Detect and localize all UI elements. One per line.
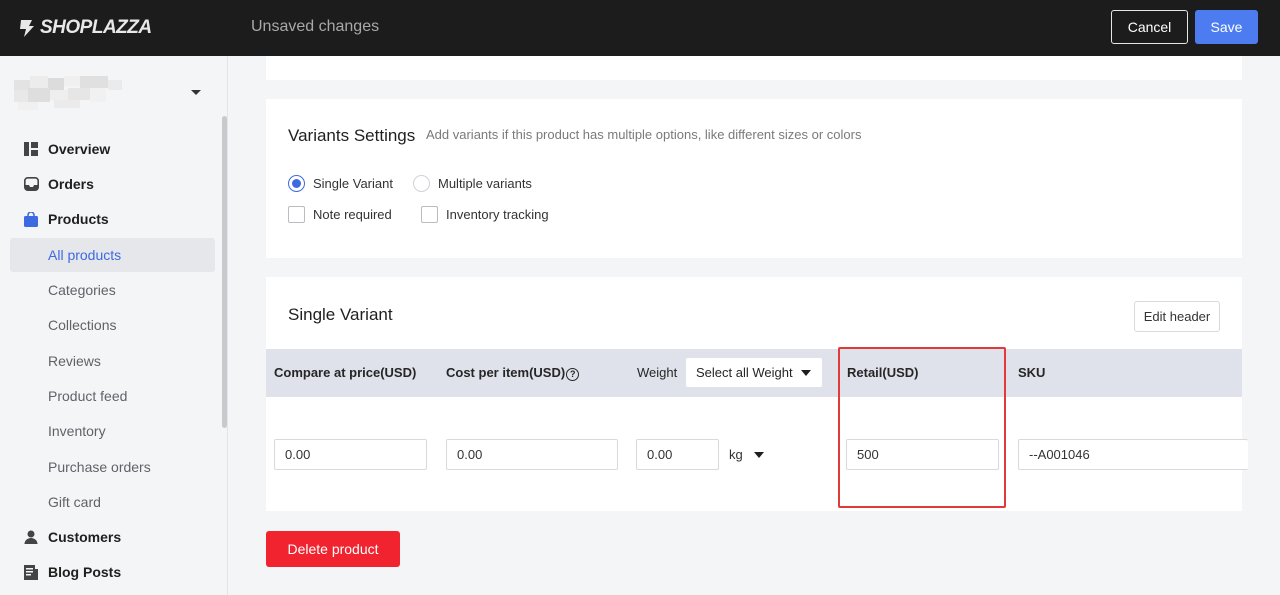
shopping-bag-icon (23, 211, 39, 227)
save-button[interactable]: Save (1195, 10, 1258, 44)
inbox-icon (23, 176, 39, 192)
column-cost-per-item-label: Cost per item(USD) (446, 365, 566, 380)
edit-header-button[interactable]: Edit header (1134, 301, 1220, 332)
sidebar-item-label: Reviews (48, 353, 101, 369)
previous-section-card (266, 56, 1242, 80)
sidebar-item-inventory[interactable]: Inventory (10, 414, 215, 448)
sidebar-item-label: Customers (48, 529, 122, 545)
brand-name: SHOPLAZZA (40, 17, 152, 38)
store-dropdown-caret-icon[interactable] (191, 90, 201, 95)
sku-input[interactable] (1018, 439, 1248, 470)
column-compare-at-price: Compare at price(USD) (274, 365, 417, 380)
person-icon (23, 529, 39, 545)
sidebar-item-label: Products (48, 211, 109, 227)
multiple-variants-label: Multiple variants (438, 176, 532, 191)
single-variant-title: Single Variant (288, 305, 393, 324)
single-variant-card: Single Variant Edit header Compare at pr… (266, 277, 1248, 511)
sidebar-item-customers[interactable]: Customers (10, 520, 215, 554)
single-variant-label: Single Variant (313, 176, 393, 191)
radio-selected[interactable] (288, 175, 305, 192)
sidebar-item-label: Orders (48, 176, 94, 192)
sidebar-item-label: Product feed (48, 388, 128, 404)
select-all-weight-dropdown[interactable]: Select all Weight (686, 358, 822, 387)
sidebar-item-label: All products (48, 247, 122, 263)
inventory-tracking-label: Inventory tracking (446, 207, 549, 222)
cost-per-item-input[interactable] (446, 439, 618, 470)
sidebar-item-label: Purchase orders (48, 459, 151, 475)
column-cost-per-item: Cost per item(USD)? (446, 365, 580, 381)
weight-unit-caret-icon[interactable] (754, 452, 764, 458)
weight-input[interactable] (636, 439, 719, 470)
sidebar-item-overview[interactable]: Overview (10, 132, 215, 166)
sidebar-item-label: Collections (48, 317, 117, 333)
variants-settings-description: Add variants if this product has multipl… (426, 127, 862, 142)
checkbox-box[interactable] (421, 206, 438, 223)
retail-column-highlight (838, 347, 1006, 508)
sidebar-item-reviews[interactable]: Reviews (10, 344, 215, 378)
select-all-weight-label: Select all Weight (696, 365, 793, 380)
sidebar: Overview Orders Products All products Ca… (0, 56, 228, 595)
sidebar-item-label: Inventory (48, 423, 106, 439)
blog-icon (23, 564, 39, 580)
multiple-variants-radio[interactable]: Multiple variants (413, 175, 532, 192)
sidebar-item-label: Categories (48, 282, 116, 298)
note-required-checkbox[interactable]: Note required (288, 206, 392, 223)
cancel-button[interactable]: Cancel (1111, 10, 1188, 44)
sidebar-item-products[interactable]: Products (10, 202, 215, 236)
top-bar: SHOPLAZZA Unsaved changes Cancel Save (0, 0, 1280, 56)
checkbox-box[interactable] (288, 206, 305, 223)
overview-icon (23, 141, 39, 157)
weight-unit-select[interactable]: kg (729, 447, 743, 462)
shoplazza-logo-icon (20, 20, 34, 37)
sidebar-item-categories[interactable]: Categories (10, 273, 215, 307)
sidebar-item-label: Blog Posts (48, 564, 122, 580)
help-icon[interactable]: ? (566, 368, 580, 381)
variant-table-header: Compare at price(USD) Cost per item(USD)… (266, 349, 1242, 397)
sidebar-item-label: Gift card (48, 494, 101, 510)
sidebar-item-all-products[interactable]: All products (10, 238, 215, 272)
sidebar-item-label: Overview (48, 141, 111, 157)
unsaved-status: Unsaved changes (251, 18, 380, 35)
note-required-label: Note required (313, 207, 392, 222)
caret-down-icon (801, 370, 811, 376)
sidebar-item-orders[interactable]: Orders (10, 167, 215, 201)
sidebar-item-purchase-orders[interactable]: Purchase orders (10, 450, 215, 484)
sidebar-scrollbar[interactable] (222, 116, 227, 428)
store-switcher[interactable] (14, 76, 126, 110)
column-weight: Weight (637, 365, 678, 380)
sidebar-item-blog-posts[interactable]: Blog Posts (10, 555, 215, 589)
radio-unselected[interactable] (413, 175, 430, 192)
brand-logo[interactable]: SHOPLAZZA (18, 17, 152, 39)
column-sku: SKU (1018, 365, 1046, 380)
sidebar-item-gift-card[interactable]: Gift card (10, 485, 215, 519)
variants-settings-card: Variants Settings Add variants if this p… (266, 99, 1242, 258)
sidebar-item-collections[interactable]: Collections (10, 308, 215, 342)
inventory-tracking-checkbox[interactable]: Inventory tracking (421, 206, 549, 223)
variants-settings-title: Variants Settings (288, 126, 416, 145)
delete-product-button[interactable]: Delete product (266, 531, 400, 567)
compare-at-price-input[interactable] (274, 439, 427, 470)
sidebar-item-product-feed[interactable]: Product feed (10, 379, 215, 413)
single-variant-radio[interactable]: Single Variant (288, 175, 393, 192)
